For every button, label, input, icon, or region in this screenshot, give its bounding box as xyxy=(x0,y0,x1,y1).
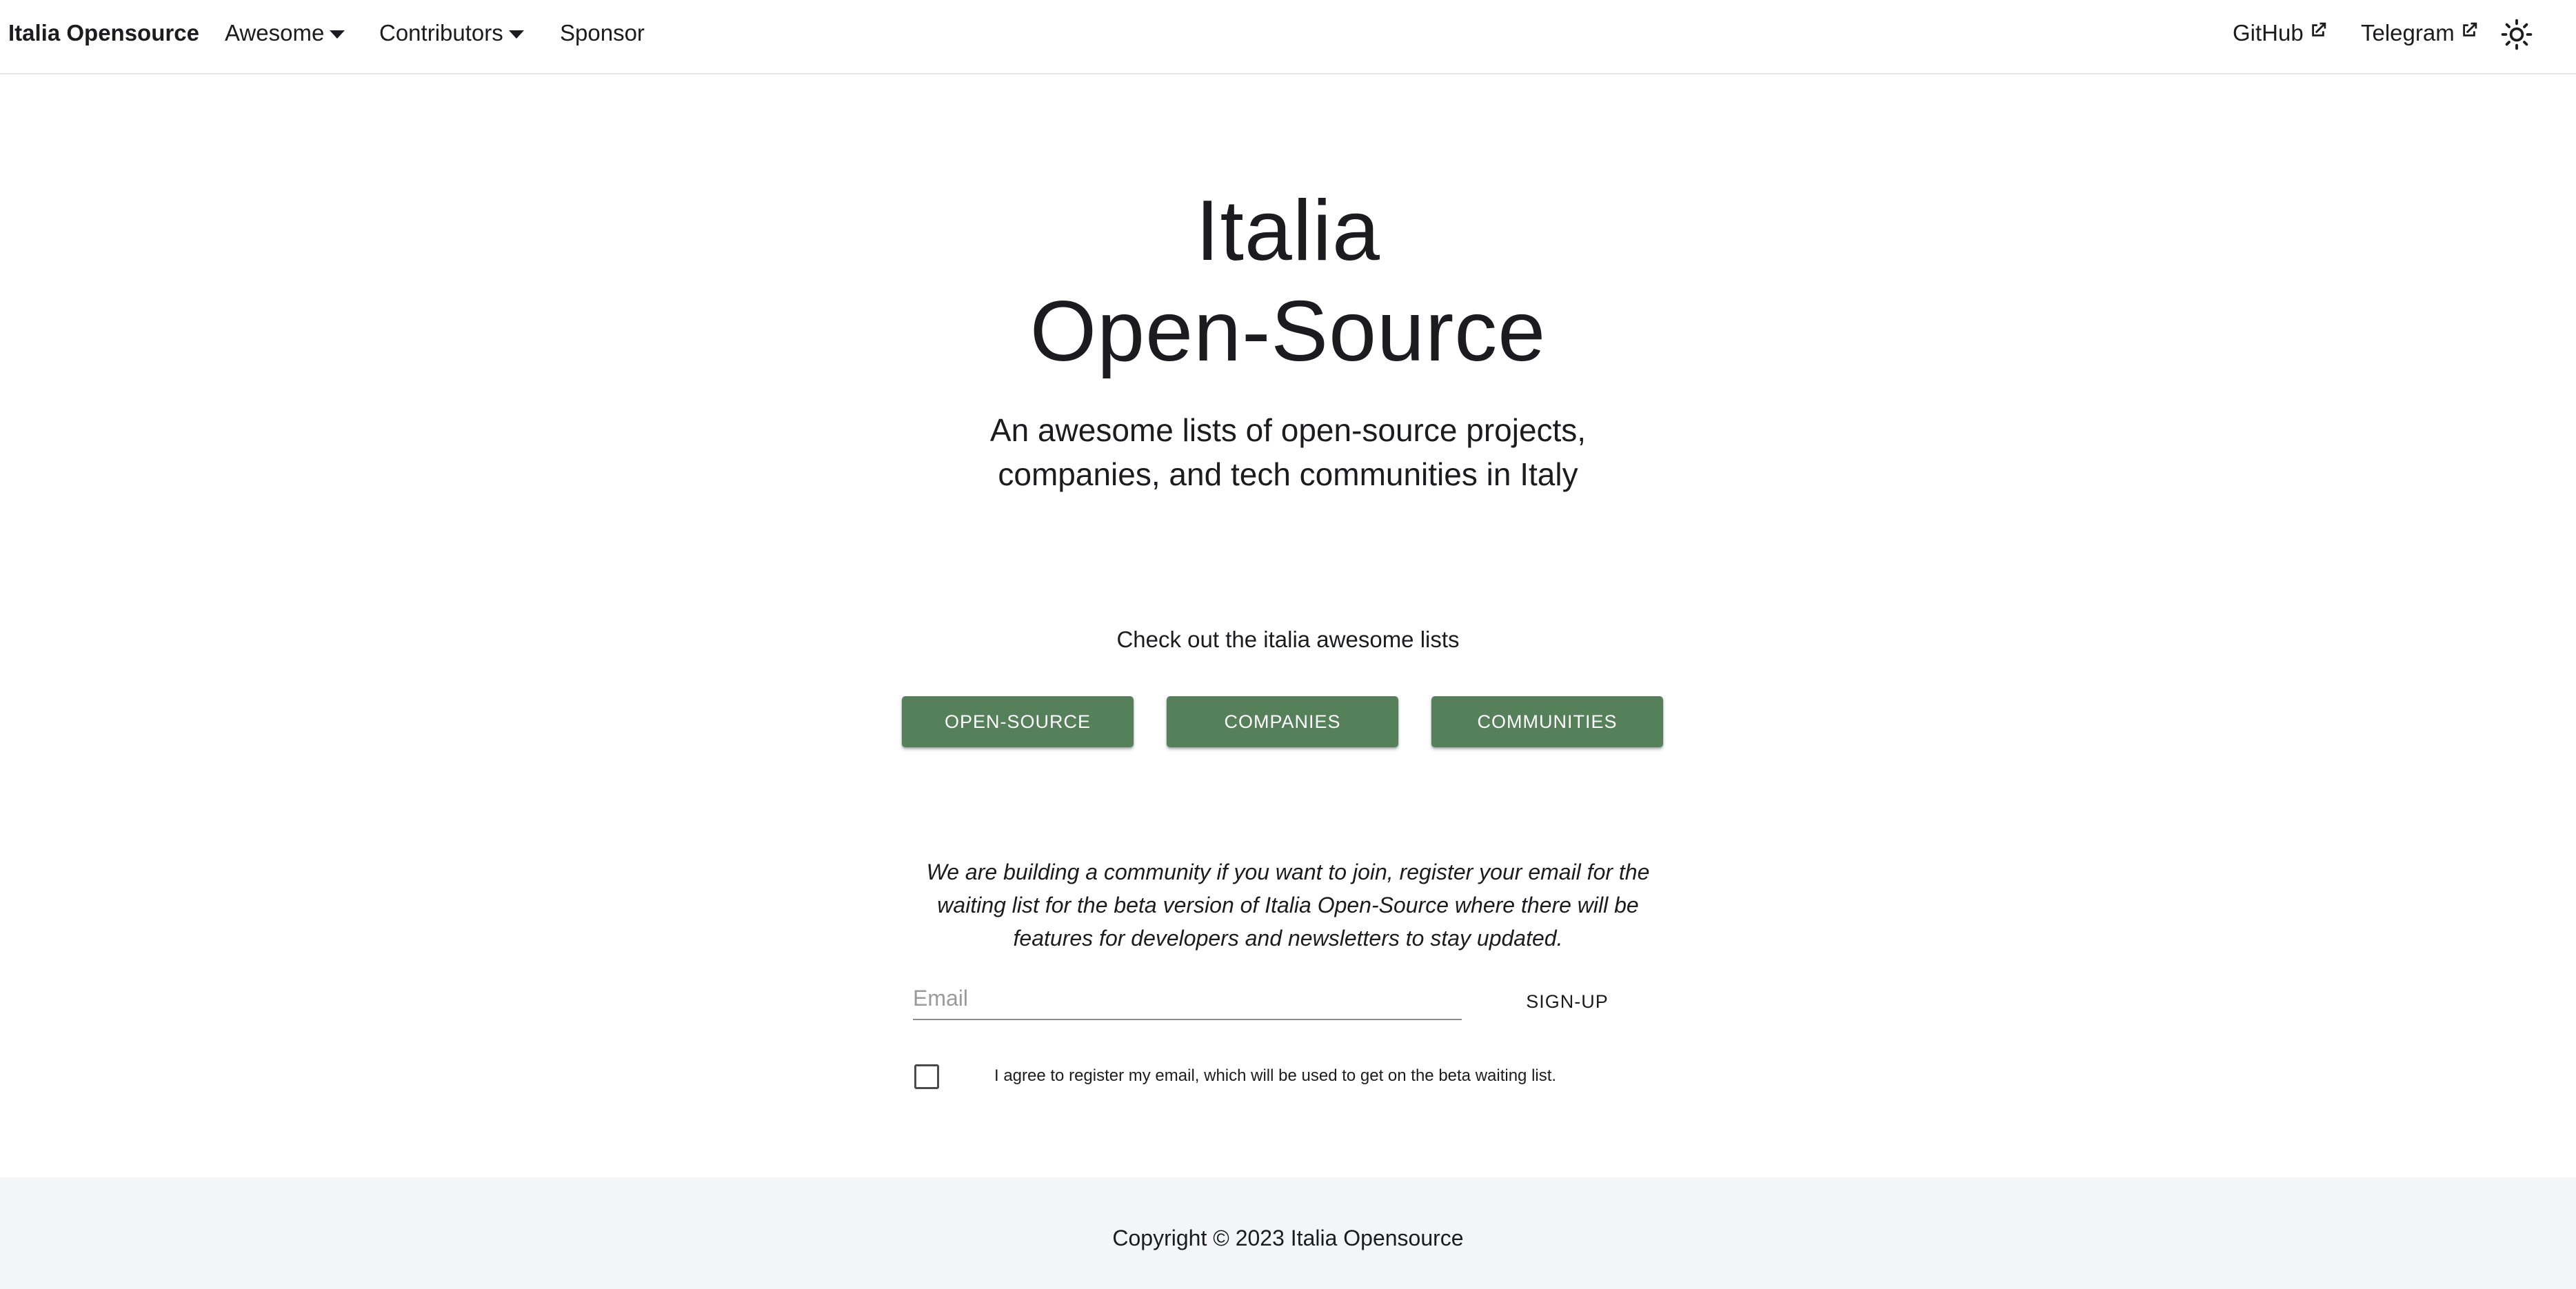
nav-item-label: Awesome xyxy=(225,20,325,45)
title-line-2: Open-Source xyxy=(1029,284,1547,379)
nav-item-label: Sponsor xyxy=(560,20,645,45)
nav-item-label: GitHub xyxy=(2233,20,2304,45)
page-title: Italia Open-Source xyxy=(0,181,2576,382)
nav-dropdown-contributors[interactable]: Contributors xyxy=(379,19,524,47)
agree-checkbox[interactable] xyxy=(914,1064,939,1089)
brand-link[interactable]: Italia Opensource xyxy=(8,19,199,47)
nav-link-github[interactable]: GitHub xyxy=(2233,19,2328,47)
hero-subtitle: An awesome lists of open-source projects… xyxy=(989,412,1587,492)
external-link-icon xyxy=(2311,22,2326,37)
caret-down-icon xyxy=(330,30,345,39)
sun-icon[interactable] xyxy=(2500,18,2533,51)
navbar: Italia Opensource Awesome Contributors S… xyxy=(0,0,2576,74)
copyright-text: Copyright © 2023 Italia Opensource xyxy=(1112,1226,1464,1250)
open-source-button[interactable]: OPEN-SOURCE xyxy=(902,696,1134,747)
title-line-1: Italia xyxy=(1196,183,1380,278)
nav-link-sponsor[interactable]: Sponsor xyxy=(560,19,645,47)
companies-button[interactable]: COMPANIES xyxy=(1167,696,1398,747)
nav-item-label: Telegram xyxy=(2361,20,2455,45)
nav-link-telegram[interactable]: Telegram xyxy=(2361,19,2479,47)
signup-description: We are building a community if you want … xyxy=(926,860,1650,951)
communities-button[interactable]: COMMUNITIES xyxy=(1431,696,1663,747)
caret-down-icon xyxy=(508,30,524,39)
external-link-icon xyxy=(2462,22,2477,37)
nav-dropdown-awesome[interactable]: Awesome xyxy=(225,19,345,47)
nav-item-label: Contributors xyxy=(379,20,503,45)
email-field[interactable] xyxy=(913,977,1462,1020)
lists-label: Check out the italia awesome lists xyxy=(1116,627,1460,652)
agree-label: I agree to register my email, which will… xyxy=(994,1066,1557,1085)
sign-up-button[interactable]: SIGN-UP xyxy=(1510,986,1624,1017)
